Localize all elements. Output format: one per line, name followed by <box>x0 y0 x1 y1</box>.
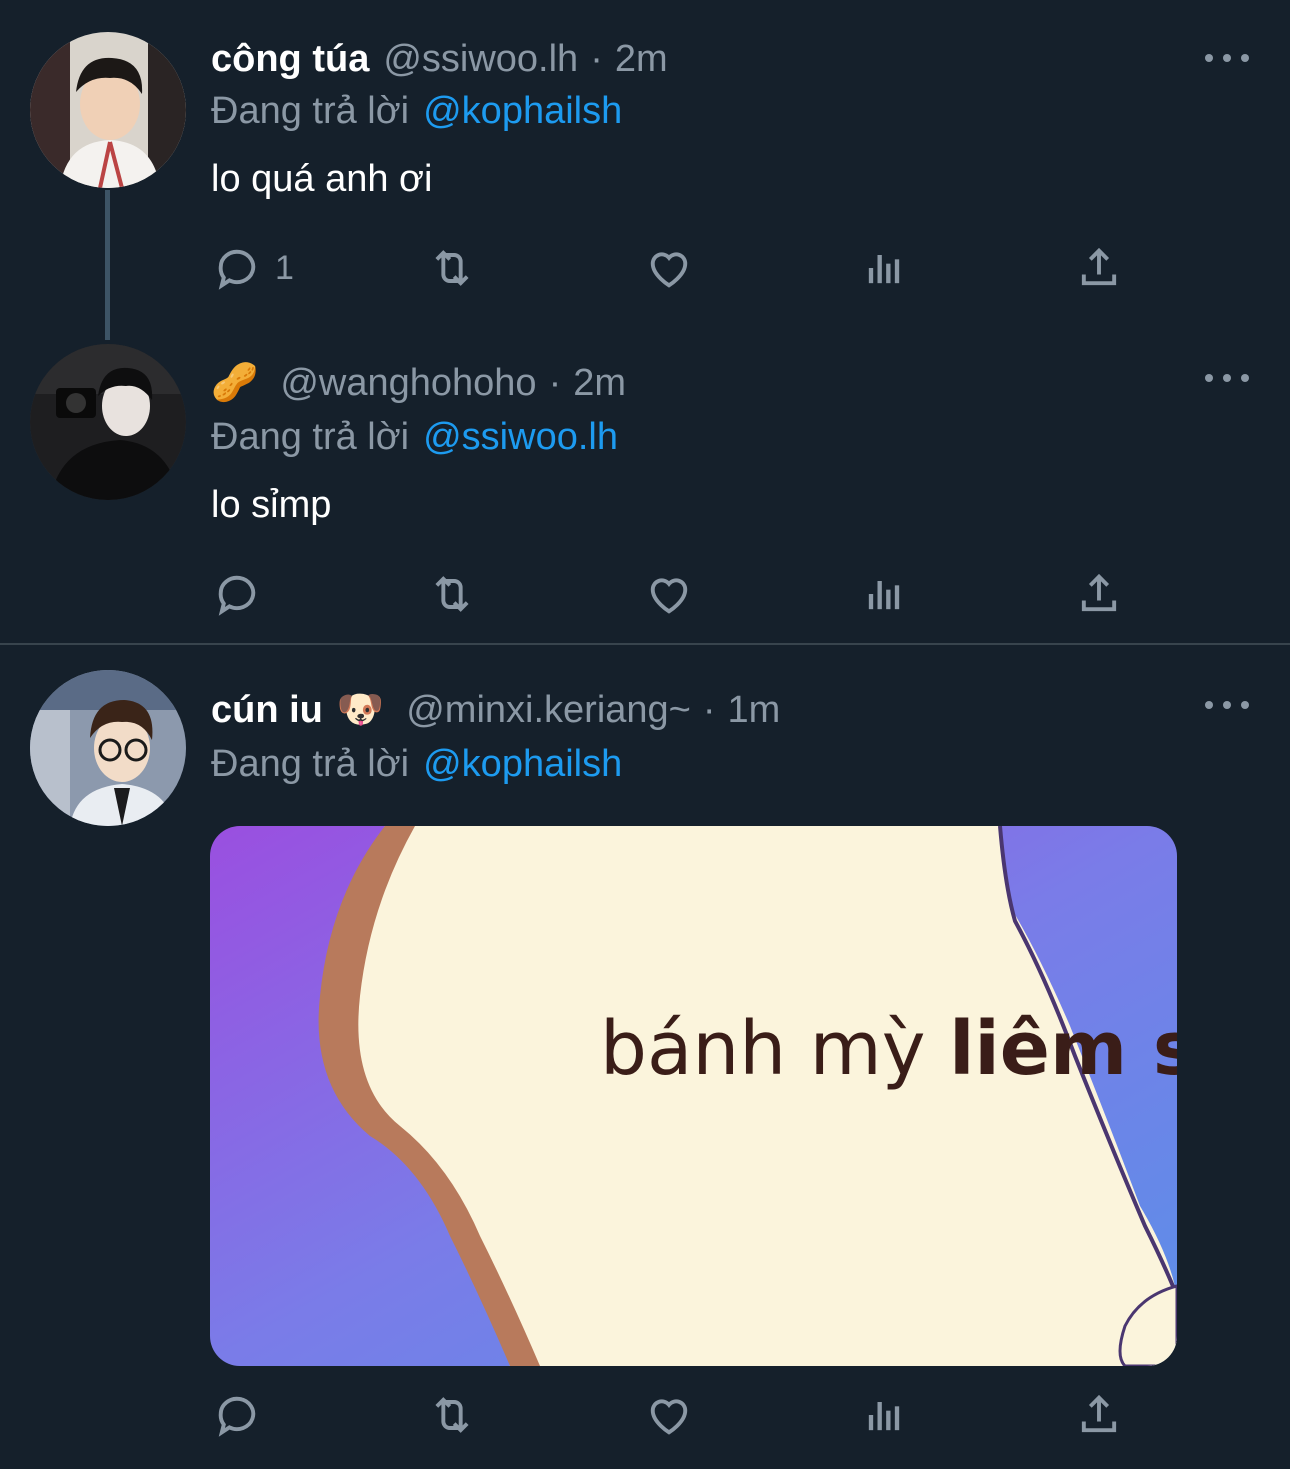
like-icon <box>650 578 688 614</box>
timestamp[interactable]: 1m <box>728 689 781 732</box>
avatar[interactable] <box>30 344 186 500</box>
share-button[interactable] <box>1073 564 1125 624</box>
analytics-icon <box>868 581 900 610</box>
media-caption: bánh mỳ liêm sỉ <box>600 1006 1177 1092</box>
analytics-icon <box>868 1402 900 1431</box>
like-button[interactable] <box>643 238 695 298</box>
tweet[interactable]: công túa @ssiwoo.lh · 2m Đang trả lời @k… <box>0 0 1290 330</box>
analytics-button[interactable] <box>858 238 910 298</box>
tweet-header: công túa @ssiwoo.lh · 2m <box>211 32 668 86</box>
tweet-actions: 1 <box>211 238 1131 298</box>
like-icon <box>650 1399 688 1435</box>
share-icon <box>1081 1394 1117 1433</box>
share-icon <box>1081 573 1117 612</box>
media-artwork <box>210 826 1177 1366</box>
mention-link[interactable]: @kophailsh <box>423 743 622 786</box>
reply-button[interactable] <box>211 564 275 624</box>
replying-to: Đang trả lời @kophailsh <box>211 84 622 138</box>
reply-icon <box>218 1396 256 1437</box>
display-name-emoji: 🐶 <box>336 689 385 731</box>
display-name[interactable]: cún iu <box>211 689 323 732</box>
media-caption-part1: bánh mỳ <box>600 1006 926 1092</box>
separator-dot: · <box>702 688 716 731</box>
replying-to-label: Đang trả lời <box>211 415 410 458</box>
timestamp[interactable]: 2m <box>573 362 626 405</box>
reply-button[interactable]: 1 <box>211 238 294 298</box>
tweet-media-image[interactable]: bánh mỳ liêm sỉ <box>210 826 1177 1366</box>
display-name-emoji[interactable]: 🥜 <box>211 361 258 405</box>
avatar[interactable] <box>30 32 186 188</box>
retweet-icon <box>435 1397 469 1433</box>
tweet-actions <box>211 564 1131 624</box>
like-button[interactable] <box>643 1385 695 1445</box>
more-icon[interactable] <box>1205 48 1249 68</box>
user-handle[interactable]: @ssiwoo.lh <box>383 38 578 81</box>
reply-count: 1 <box>275 248 294 287</box>
media-caption-part2: liêm sỉ <box>949 1006 1177 1092</box>
more-icon[interactable] <box>1205 695 1249 715</box>
share-button[interactable] <box>1073 1385 1125 1445</box>
avatar[interactable] <box>30 670 186 826</box>
tweet-header: 🥜 @wanghohoho · 2m <box>211 356 626 410</box>
share-button[interactable] <box>1073 238 1125 298</box>
like-button[interactable] <box>643 564 695 624</box>
tweet-header: cún iu 🐶 @minxi.keriang~ · 1m <box>211 683 780 737</box>
more-icon[interactable] <box>1205 368 1249 388</box>
replying-to: Đang trả lời @kophailsh <box>211 737 622 791</box>
retweet-button[interactable] <box>426 564 478 624</box>
user-handle[interactable]: @minxi.keriang~ <box>406 689 691 732</box>
replying-to: Đang trả lời @ssiwoo.lh <box>211 410 618 464</box>
tweet[interactable]: 🥜 @wanghohoho · 2m Đang trả lời @ssiwoo.… <box>0 330 1290 644</box>
replying-to-label: Đang trả lời <box>211 742 410 785</box>
analytics-button[interactable] <box>858 564 910 624</box>
analytics-button[interactable] <box>858 1385 910 1445</box>
separator-dot: · <box>590 37 603 80</box>
tweet-feed: công túa @ssiwoo.lh · 2m Đang trả lời @k… <box>0 0 1290 1469</box>
user-handle[interactable]: @wanghohoho <box>280 362 536 405</box>
mention-link[interactable]: @kophailsh <box>423 90 622 133</box>
timestamp[interactable]: 2m <box>615 38 668 81</box>
tweet-text: lo sỉmp <box>211 483 332 526</box>
retweet-button[interactable] <box>426 238 478 298</box>
replying-to-label: Đang trả lời <box>211 89 410 132</box>
display-name[interactable]: công túa <box>211 38 369 81</box>
analytics-icon <box>868 255 900 284</box>
retweet-button[interactable] <box>426 1385 478 1445</box>
reply-button[interactable] <box>211 1385 275 1445</box>
retweet-icon <box>435 250 469 286</box>
reply-icon <box>218 575 256 616</box>
retweet-icon <box>435 576 469 612</box>
mention-link[interactable]: @ssiwoo.lh <box>423 416 618 459</box>
like-icon <box>650 252 688 288</box>
tweet-actions <box>211 1385 1131 1445</box>
separator-dot: · <box>548 361 562 404</box>
share-icon <box>1081 247 1117 286</box>
tweet-text: lo quá anh ơi <box>211 157 433 200</box>
reply-icon <box>218 249 256 290</box>
